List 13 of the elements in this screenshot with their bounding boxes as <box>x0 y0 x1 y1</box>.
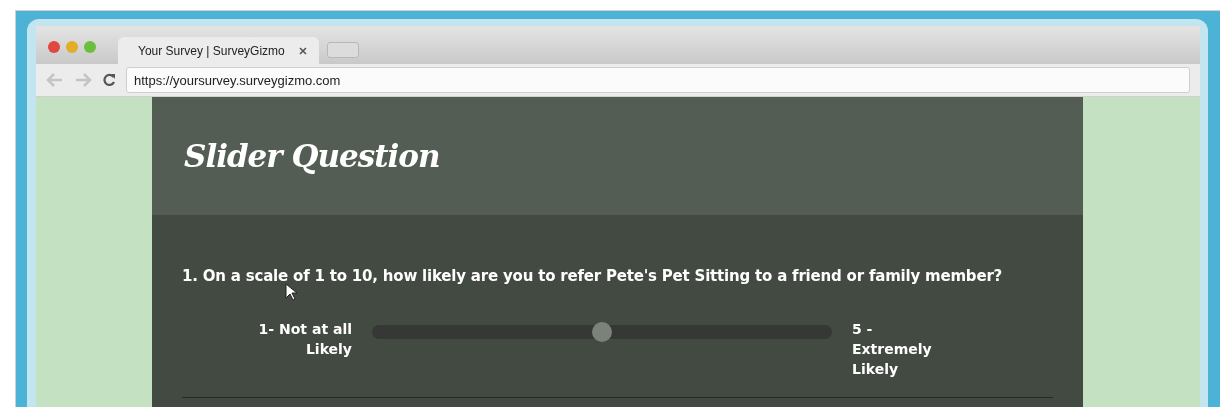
slider-track[interactable] <box>372 325 832 339</box>
maximize-window-icon[interactable] <box>84 41 96 53</box>
close-window-icon[interactable] <box>48 41 60 53</box>
question-text: 1. On a scale of 1 to 10, how likely are you to refer Pete's Pet Sitting to a friend or family member? <box>182 267 1004 285</box>
slider-thumb[interactable] <box>592 322 612 342</box>
address-field[interactable]: https://yoursurvey.surveygizmo.com <box>126 67 1190 93</box>
reload-icon[interactable] <box>102 73 116 87</box>
survey-title: Slider Question <box>184 138 440 174</box>
mouse-cursor-icon <box>285 283 297 301</box>
slider-min-label: 1- Not at all Likely <box>257 320 352 359</box>
browser-tab[interactable]: Your Survey | SurveyGizmo <box>118 37 319 64</box>
slider-max-label: 5 - Extremely Likely <box>852 320 932 379</box>
close-tab-icon[interactable] <box>298 46 307 55</box>
